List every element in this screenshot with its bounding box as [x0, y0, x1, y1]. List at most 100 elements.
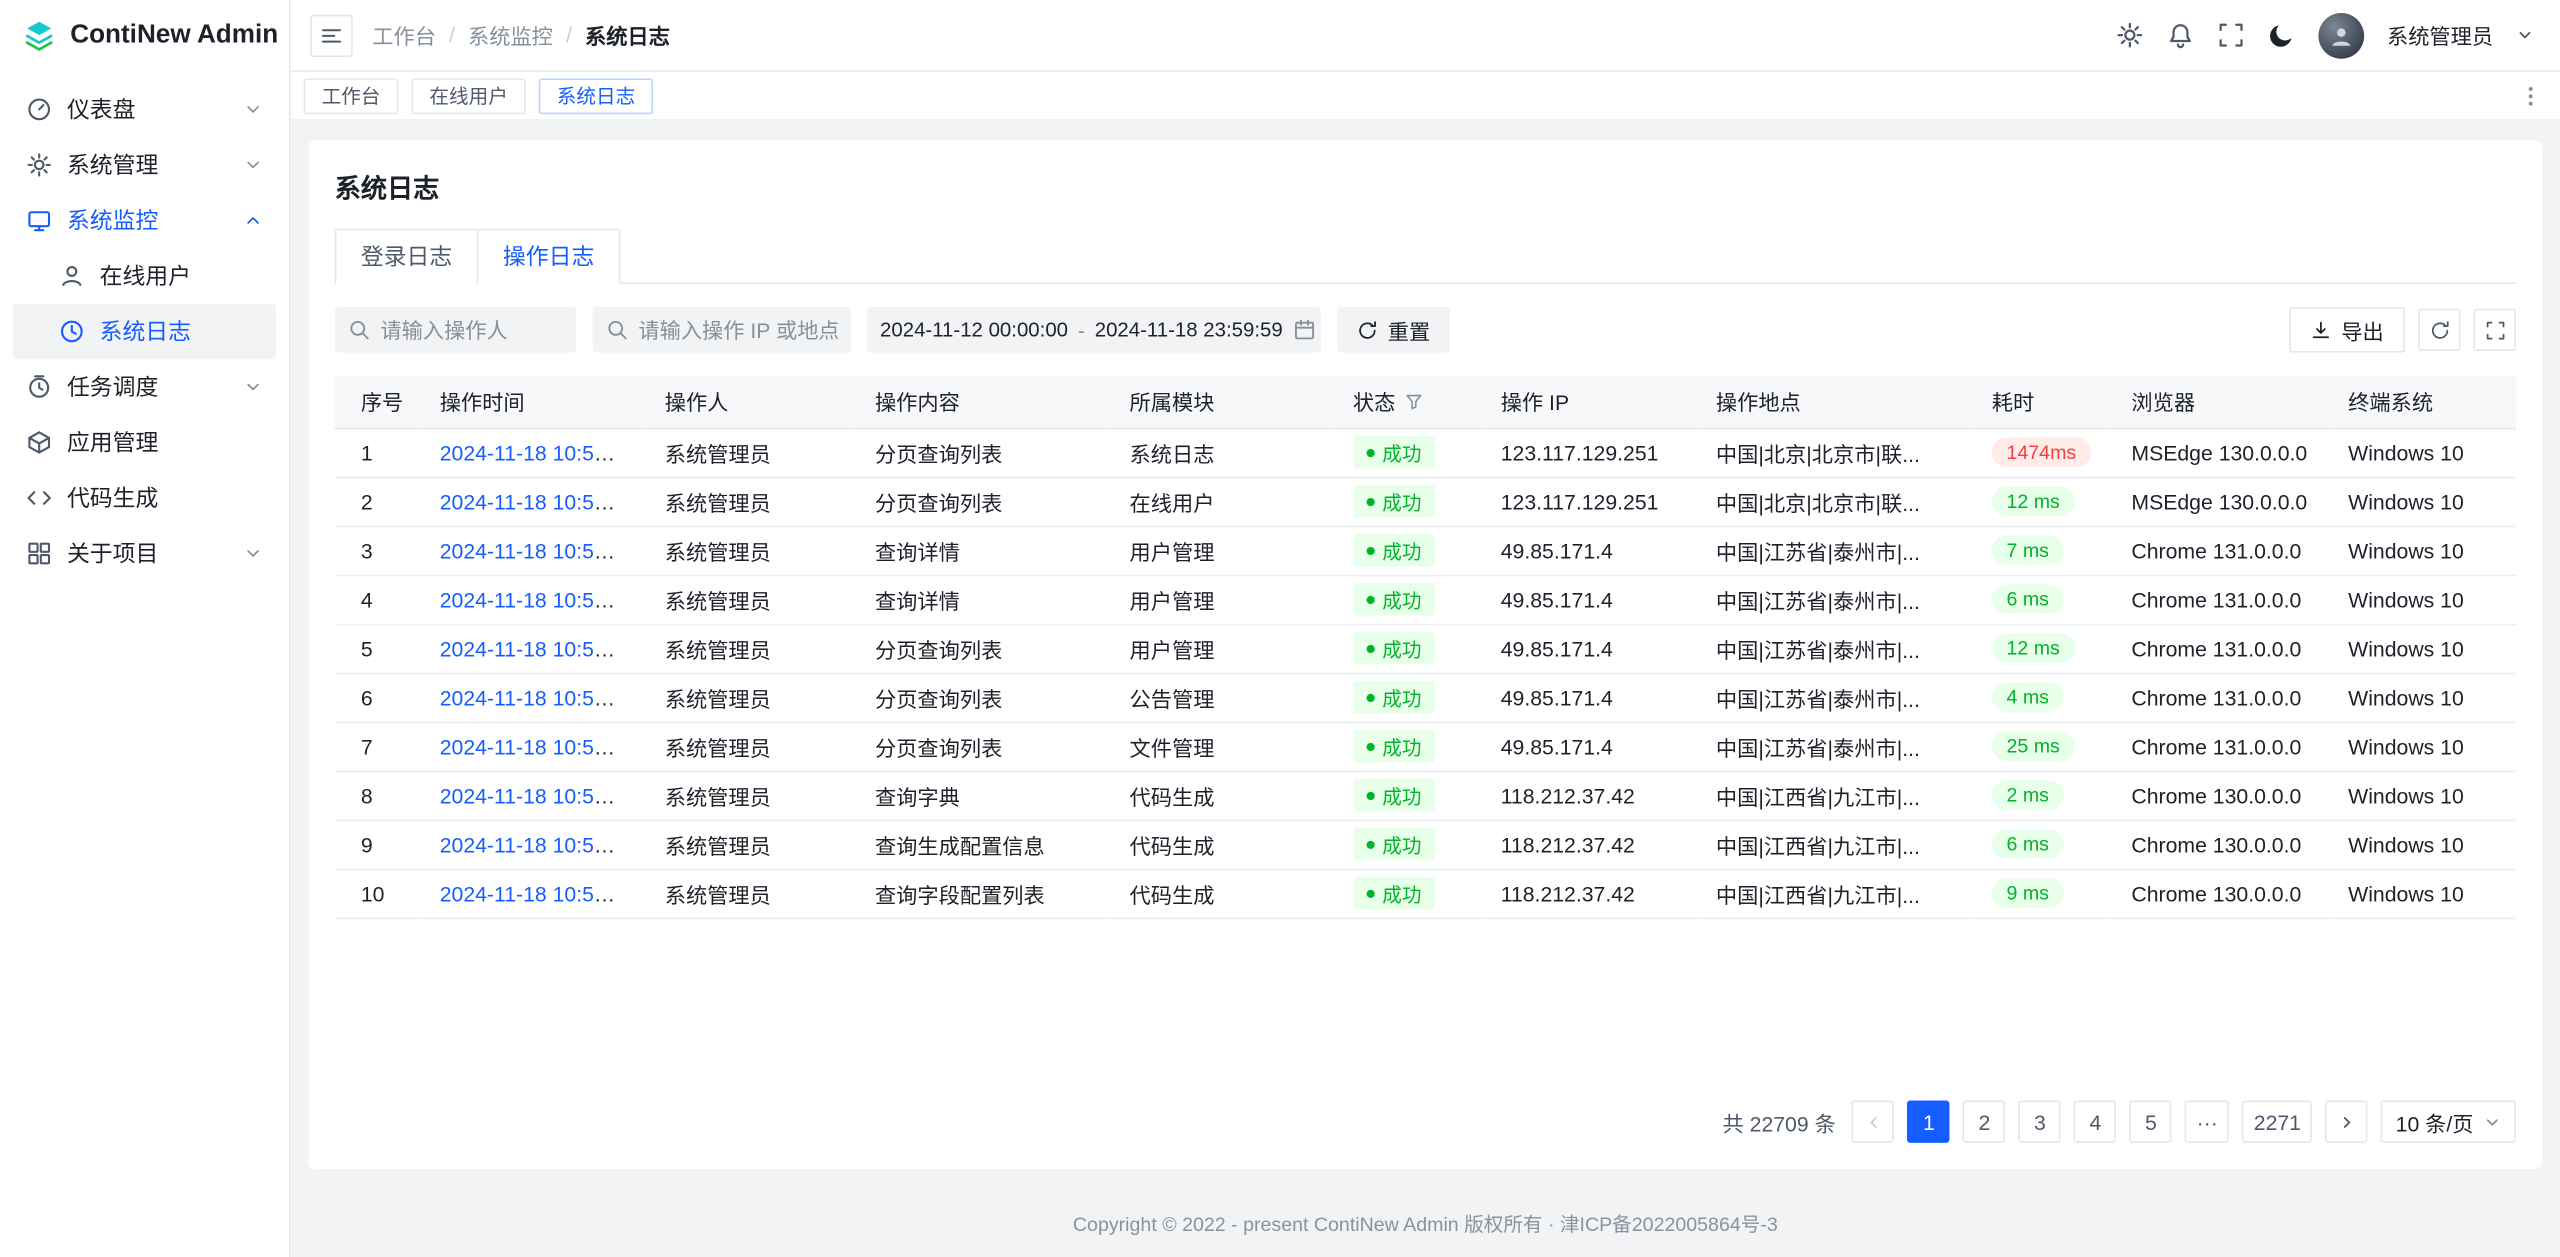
- tab-login-logs[interactable]: 登录日志: [335, 229, 479, 285]
- date-range-picker[interactable]: 2024-11-12 00:00:00 - 2024-11-18 23:59:5…: [867, 307, 1321, 353]
- page-button-5[interactable]: 5: [2130, 1100, 2172, 1142]
- sidebar-item-system-logs[interactable]: 系统日志: [13, 304, 276, 360]
- ip-search-input[interactable]: [638, 318, 837, 342]
- breadcrumb-item[interactable]: 系统监控: [468, 20, 553, 51]
- cell-content: 查询字典: [855, 771, 1110, 820]
- duration-badge: 12 ms: [1992, 633, 2075, 662]
- col-browser: 浏览器: [2112, 376, 2329, 428]
- chevron-down-icon[interactable]: [2516, 26, 2534, 44]
- cell-time: 2024-11-18 10:52:55: [420, 428, 645, 477]
- time-link[interactable]: 2024-11-18 10:51:53: [440, 685, 636, 709]
- col-status: 状态: [1333, 376, 1481, 428]
- more-vertical-icon[interactable]: [2518, 82, 2544, 108]
- sidebar-collapse-button[interactable]: [310, 14, 352, 56]
- monitor-icon: [26, 207, 52, 233]
- fullscreen-icon[interactable]: [2217, 21, 2245, 49]
- page-button-1[interactable]: 1: [1908, 1100, 1950, 1142]
- table-row[interactable]: 6 2024-11-18 10:51:53 系统管理员 分页查询列表 公告管理 …: [335, 673, 2516, 722]
- status-label: 成功: [1382, 683, 1421, 711]
- cell-operator: 系统管理员: [645, 869, 855, 918]
- table-row[interactable]: 10 2024-11-18 10:51:49 系统管理员 查询字段配置列表 代码…: [335, 869, 2516, 918]
- cell-os: Windows 10: [2329, 771, 2516, 820]
- tab-system-logs[interactable]: 系统日志: [539, 78, 653, 114]
- next-page-button[interactable]: [2325, 1100, 2367, 1142]
- cell-status: 成功: [1333, 820, 1481, 869]
- logo[interactable]: ContiNew Admin: [0, 0, 289, 72]
- table-row[interactable]: 8 2024-11-18 10:51:50 系统管理员 查询字典 代码生成 成功…: [335, 771, 2516, 820]
- table-row[interactable]: 7 2024-11-18 10:51:52 系统管理员 分页查询列表 文件管理 …: [335, 722, 2516, 771]
- operator-search-input[interactable]: [380, 318, 563, 342]
- cell-duration: 9 ms: [1972, 869, 2112, 918]
- cell-module: 文件管理: [1110, 722, 1333, 771]
- time-link[interactable]: 2024-11-18 10:52:12: [440, 538, 636, 562]
- sidebar-item-app-management[interactable]: 应用管理: [13, 415, 276, 471]
- table-row[interactable]: 3 2024-11-18 10:52:12 系统管理员 查询详情 用户管理 成功…: [335, 526, 2516, 575]
- time-link[interactable]: 2024-11-18 10:51:50: [440, 783, 636, 807]
- cell-operator: 系统管理员: [645, 575, 855, 624]
- sidebar-item-task-scheduling[interactable]: 任务调度: [13, 359, 276, 415]
- page-button-2[interactable]: 2: [1963, 1100, 2005, 1142]
- cell-status: 成功: [1333, 575, 1481, 624]
- cell-ip: 49.85.171.4: [1481, 722, 1696, 771]
- time-link[interactable]: 2024-11-18 10:52:55: [440, 440, 636, 464]
- page-size-select[interactable]: 10 条/页: [2381, 1100, 2516, 1142]
- user-name[interactable]: 系统管理员: [2387, 20, 2493, 51]
- table-row[interactable]: 2 2024-11-18 10:52:47 系统管理员 分页查询列表 在线用户 …: [335, 477, 2516, 526]
- date-end-value[interactable]: 2024-11-18 23:59:59: [1095, 318, 1283, 341]
- search-icon: [348, 318, 371, 341]
- time-link[interactable]: 2024-11-18 10:51:55: [440, 636, 636, 660]
- cell-module: 代码生成: [1110, 771, 1333, 820]
- sidebar-item-about-project[interactable]: 关于项目: [13, 526, 276, 582]
- time-link[interactable]: 2024-11-18 10:51:52: [440, 734, 636, 758]
- calendar-icon: [1293, 318, 1316, 341]
- time-link[interactable]: 2024-11-18 10:52:05: [440, 587, 636, 611]
- table-fullscreen-button[interactable]: [2474, 309, 2516, 351]
- cell-time: 2024-11-18 10:51:52: [420, 722, 645, 771]
- table-row[interactable]: 4 2024-11-18 10:52:05 系统管理员 查询详情 用户管理 成功…: [335, 575, 2516, 624]
- sidebar-item-online-users[interactable]: 在线用户: [13, 248, 276, 304]
- col-duration: 耗时: [1972, 376, 2112, 428]
- operator-search-field[interactable]: [335, 307, 577, 353]
- tab-workbench[interactable]: 工作台: [304, 78, 399, 114]
- cell-location: 中国|北京|北京市|联...: [1696, 477, 1972, 526]
- status-dot-icon: [1366, 546, 1374, 554]
- sidebar-item-code-generation[interactable]: 代码生成: [13, 470, 276, 526]
- time-link[interactable]: 2024-11-18 10:52:47: [440, 489, 636, 513]
- breadcrumb-item[interactable]: 工作台: [372, 20, 436, 51]
- table-row[interactable]: 1 2024-11-18 10:52:55 系统管理员 分页查询列表 系统日志 …: [335, 428, 2516, 477]
- refresh-icon: [1357, 319, 1378, 340]
- export-button[interactable]: 导出: [2289, 307, 2405, 353]
- cell-ip: 49.85.171.4: [1481, 575, 1696, 624]
- prev-page-button[interactable]: [1852, 1100, 1894, 1142]
- sidebar-item-dashboard[interactable]: 仪表盘: [13, 82, 276, 138]
- avatar[interactable]: [2318, 12, 2364, 58]
- table-row[interactable]: 9 2024-11-18 10:51:49 系统管理员 查询生成配置信息 代码生…: [335, 820, 2516, 869]
- sidebar-item-system-monitor[interactable]: 系统监控: [13, 193, 276, 249]
- sidebar-item-system-management[interactable]: 系统管理: [13, 137, 276, 193]
- time-link[interactable]: 2024-11-18 10:51:49: [440, 881, 636, 905]
- tab-online-users[interactable]: 在线用户: [411, 78, 525, 114]
- cell-duration: 6 ms: [1972, 575, 2112, 624]
- settings-gear-icon[interactable]: [2116, 21, 2144, 49]
- table-row[interactable]: 5 2024-11-18 10:51:55 系统管理员 分页查询列表 用户管理 …: [335, 624, 2516, 673]
- cell-browser: Chrome 131.0.0.0: [2112, 673, 2329, 722]
- page-button-4[interactable]: 4: [2074, 1100, 2116, 1142]
- filter-funnel-icon[interactable]: [1404, 391, 1424, 411]
- reset-button[interactable]: 重置: [1337, 307, 1450, 353]
- more-pages-button[interactable]: ···: [2185, 1100, 2229, 1142]
- page-button-last[interactable]: 2271: [2242, 1100, 2312, 1142]
- tab-operation-logs[interactable]: 操作日志: [477, 229, 621, 285]
- ip-search-field[interactable]: [593, 307, 851, 353]
- date-start-value[interactable]: 2024-11-12 00:00:00: [880, 318, 1068, 341]
- time-link[interactable]: 2024-11-18 10:51:49: [440, 832, 636, 856]
- cell-os: Windows 10: [2329, 428, 2516, 477]
- notification-bell-icon[interactable]: [2167, 21, 2195, 49]
- cell-module: 用户管理: [1110, 526, 1333, 575]
- cell-module: 用户管理: [1110, 575, 1333, 624]
- cell-module: 在线用户: [1110, 477, 1333, 526]
- copyright-text: Copyright © 2022 - present ContiNew Admi…: [1073, 1209, 1778, 1237]
- page-button-3[interactable]: 3: [2019, 1100, 2061, 1142]
- table-refresh-button[interactable]: [2418, 309, 2460, 351]
- status-badge: 成功: [1353, 877, 1435, 910]
- dark-mode-moon-icon[interactable]: [2268, 21, 2296, 49]
